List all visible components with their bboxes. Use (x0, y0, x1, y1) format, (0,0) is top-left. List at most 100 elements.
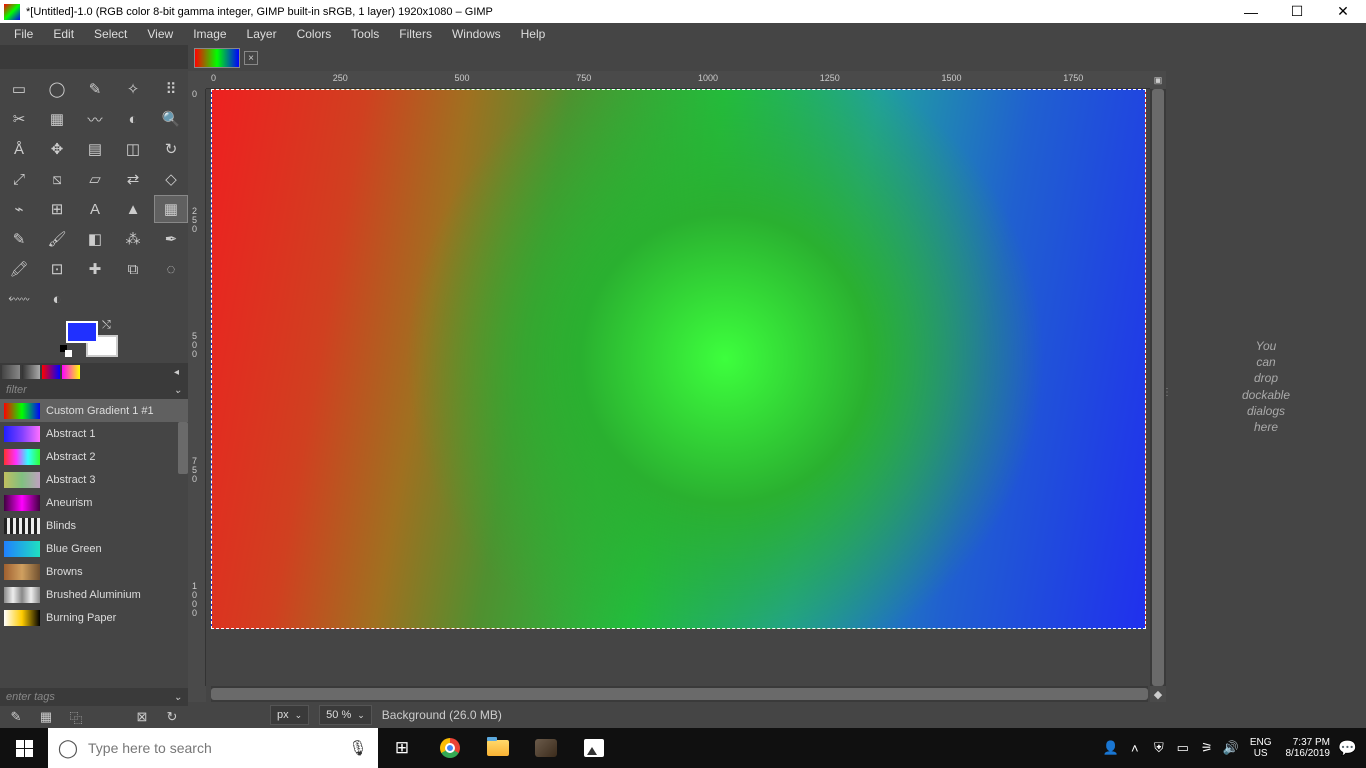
taskbar-search[interactable]: ◯ Type here to search 🎙 (48, 728, 378, 768)
minimize-button[interactable]: — (1228, 0, 1274, 23)
tool-measure[interactable]: Å (2, 135, 36, 163)
zoom-selector[interactable]: 50 %⌄ (319, 705, 372, 725)
close-button[interactable]: ✕ (1320, 0, 1366, 23)
swap-colors-icon[interactable]: ⤭ (102, 319, 111, 332)
scrollbar-thumb[interactable] (211, 688, 1148, 700)
menu-view[interactable]: View (137, 24, 183, 44)
gradient-list[interactable]: Custom Gradient 1 #1Abstract 1Abstract 2… (0, 399, 188, 688)
gradient-item[interactable]: Browns (0, 560, 188, 583)
tool-unified-transform[interactable]: ⊞ (40, 195, 74, 223)
tool-pencil[interactable]: ✎ (2, 225, 36, 253)
menu-filters[interactable]: Filters (389, 24, 442, 44)
tray-overflow-icon[interactable]: ˄ (1124, 741, 1146, 756)
gradient-item[interactable]: Abstract 2 (0, 445, 188, 468)
taskbar-app-gimp[interactable] (522, 728, 570, 768)
tool-mypaint-brush[interactable]: 🖍 (2, 255, 36, 283)
canvas[interactable] (206, 89, 1150, 686)
chevron-down-icon[interactable]: ⌄ (174, 385, 182, 396)
battery-icon[interactable]: ▭ (1172, 740, 1194, 756)
tool-free-select[interactable]: ✎ (78, 75, 112, 103)
tool-airbrush[interactable]: ⁂ (116, 225, 150, 253)
menu-tools[interactable]: Tools (341, 24, 389, 44)
menu-edit[interactable]: Edit (43, 24, 84, 44)
task-view-button[interactable]: ⊞ (378, 728, 426, 768)
tool-rect-select[interactable]: ▭ (2, 75, 36, 103)
tool-gradient[interactable]: ▦ (154, 195, 188, 223)
tags-field[interactable]: enter tags ⌄ (0, 688, 188, 706)
taskbar-clock[interactable]: 7:37 PM8/16/2019 (1280, 737, 1337, 759)
image-tab-close-icon[interactable]: × (244, 51, 258, 65)
tray-security-icon[interactable]: ⛨ (1148, 740, 1170, 756)
unit-selector[interactable]: px⌄ (270, 705, 309, 725)
right-dock[interactable]: ⋮ Youcandropdockabledialogshere (1166, 45, 1366, 728)
image-tab-thumbnail[interactable] (194, 48, 240, 68)
tool-crop[interactable]: ◫ (116, 135, 150, 163)
gradient-item[interactable]: Aneurism (0, 491, 188, 514)
duplicate-gradient-button[interactable]: ⿻ (68, 709, 84, 725)
tool-scale[interactable]: ⤢ (2, 165, 36, 193)
ruler-origin[interactable] (188, 71, 206, 89)
tool-ellipse-select[interactable]: ◯ (40, 75, 74, 103)
dock-tab-menu-icon[interactable]: ◂ (174, 367, 186, 378)
chevron-down-icon[interactable]: ⌄ (174, 692, 182, 703)
menu-colors[interactable]: Colors (287, 24, 342, 44)
menu-layer[interactable]: Layer (237, 24, 287, 44)
dock-tab-patterns[interactable] (62, 365, 80, 379)
tool-rotate[interactable]: ↻ (154, 135, 188, 163)
menu-help[interactable]: Help (511, 24, 556, 44)
wifi-icon[interactable]: ⚞ (1196, 740, 1218, 756)
navigation-icon[interactable]: ◆ (1150, 686, 1166, 702)
dock-handle[interactable]: ⋮ (1162, 387, 1166, 417)
ruler-vertical[interactable]: 02505007501000 (188, 89, 206, 686)
tool-zoom[interactable]: 🔍 (154, 105, 188, 133)
menu-file[interactable]: File (4, 24, 43, 44)
gradient-item[interactable]: Abstract 1 (0, 422, 188, 445)
volume-icon[interactable]: 🔊 (1220, 740, 1242, 756)
taskbar-app-explorer[interactable] (474, 728, 522, 768)
edit-gradient-button[interactable]: ✎ (8, 709, 24, 725)
microphone-icon[interactable]: 🎙 (338, 739, 378, 757)
horizontal-scrollbar[interactable] (211, 686, 1148, 702)
tool-flip[interactable]: ⇄ (116, 165, 150, 193)
gradient-item[interactable]: Blue Green (0, 537, 188, 560)
tool-smudge[interactable]: ⬳ (2, 285, 36, 313)
gradient-item[interactable]: Custom Gradient 1 #1 (0, 399, 188, 422)
maximize-button[interactable]: ☐ (1274, 0, 1320, 23)
tool-scissors[interactable]: ✂ (2, 105, 36, 133)
tool-paintbrush[interactable]: 🖌 (40, 225, 74, 253)
tool-color-select[interactable]: ⠿ (154, 75, 188, 103)
canvas-image[interactable] (211, 89, 1146, 629)
tool-dodge-burn[interactable]: ◐ (40, 285, 74, 313)
gradient-item[interactable]: Burning Paper (0, 606, 188, 629)
ruler-horizontal[interactable]: 02505007501000125015001750 (206, 71, 1150, 89)
tool-foreground-select[interactable]: ▦ (40, 105, 74, 133)
tool-heal[interactable]: ✚ (78, 255, 112, 283)
gradient-filter[interactable]: filter ⌄ (0, 381, 188, 399)
tool-ink[interactable]: ✒ (154, 225, 188, 253)
tool-eraser[interactable]: ◧ (78, 225, 112, 253)
zoom-fit-icon[interactable]: ▣ (1150, 71, 1166, 89)
delete-gradient-button[interactable]: ⊠ (134, 709, 150, 725)
tool-blur-sharpen[interactable]: ◌ (154, 255, 188, 283)
taskbar-app-photos[interactable] (570, 728, 618, 768)
tool-fuzzy-select[interactable]: ✧ (116, 75, 150, 103)
tool-clone[interactable]: ⊡ (40, 255, 74, 283)
scrollbar-thumb[interactable] (178, 422, 188, 474)
refresh-gradients-button[interactable]: ↻ (164, 709, 180, 725)
start-button[interactable] (0, 728, 48, 768)
tool-move[interactable]: ✥ (40, 135, 74, 163)
default-colors-icon[interactable] (60, 345, 72, 357)
menu-image[interactable]: Image (183, 24, 236, 44)
tool-text[interactable]: A (78, 195, 112, 223)
foreground-color[interactable] (66, 321, 98, 343)
action-center-icon[interactable]: 💬 (1338, 739, 1360, 757)
tool-shear[interactable]: ⧅ (40, 165, 74, 193)
gradient-item[interactable]: Brushed Aluminium (0, 583, 188, 606)
quick-mask-toggle[interactable] (188, 686, 206, 702)
people-icon[interactable]: 👤 (1100, 740, 1122, 756)
taskbar-app-chrome[interactable] (426, 728, 474, 768)
tool-paths[interactable]: 〰 (78, 105, 112, 133)
tool-color-picker[interactable]: ◐ (116, 105, 150, 133)
dock-tab-tool-options[interactable] (2, 365, 20, 379)
gradient-item[interactable]: Blinds (0, 514, 188, 537)
